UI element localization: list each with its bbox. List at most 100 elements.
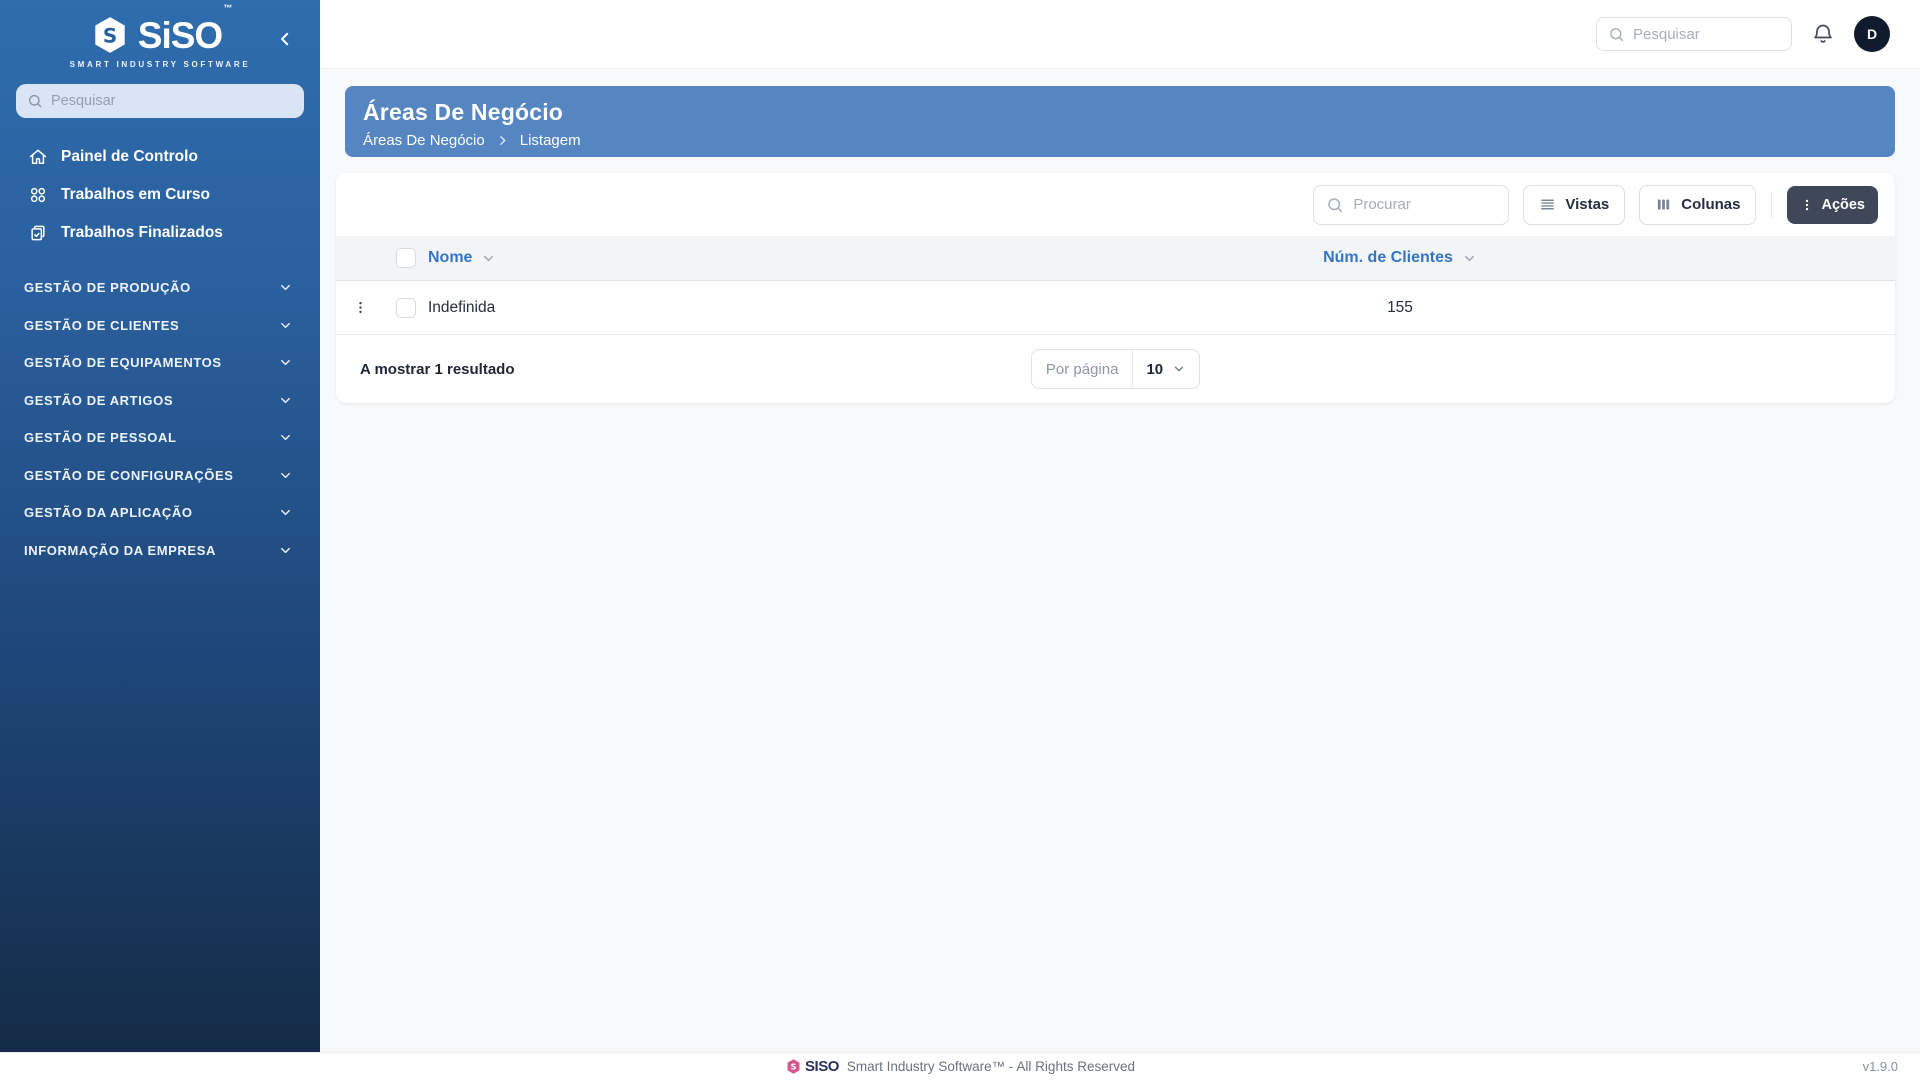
search-icon xyxy=(1608,26,1625,43)
topbar-search xyxy=(1596,17,1792,51)
sidebar-item-label: Trabalhos em Curso xyxy=(61,186,211,203)
svg-text:S: S xyxy=(103,23,117,47)
chevron-down-icon xyxy=(1172,362,1186,376)
svg-text:S: S xyxy=(791,1062,797,1071)
section-label: GESTÃO DE CLIENTES xyxy=(24,317,180,333)
colunas-button[interactable]: Colunas xyxy=(1639,184,1757,225)
sidebar-section-gestao-de-artigos[interactable]: GESTÃO DE ARTIGOS xyxy=(0,382,320,420)
main-area: D Áreas De Negócio Áreas De Negócio List… xyxy=(320,0,1920,1052)
colunas-label: Colunas xyxy=(1681,196,1741,213)
sidebar-item-trabalhos-finalizados[interactable]: Trabalhos Finalizados xyxy=(0,214,320,252)
vistas-button[interactable]: Vistas xyxy=(1523,184,1626,225)
chevron-down-icon xyxy=(1462,251,1477,266)
row-actions-kebab-icon[interactable] xyxy=(353,300,368,315)
chevron-down-icon xyxy=(481,251,496,266)
kebab-icon xyxy=(1800,198,1814,212)
logo-trademark: ™ xyxy=(223,2,233,13)
select-all-checkbox[interactable] xyxy=(396,248,416,268)
chevron-down-icon xyxy=(278,505,293,520)
user-avatar[interactable]: D xyxy=(1854,16,1890,52)
search-icon xyxy=(1326,196,1344,214)
section-label: INFORMAÇÃO DA EMPRESA xyxy=(24,542,216,558)
breadcrumb-root[interactable]: Áreas De Negócio xyxy=(363,132,485,149)
column-header-nome[interactable]: Nome xyxy=(428,249,905,267)
per-page-value: 10 xyxy=(1146,360,1164,378)
sidebar-item-label: Trabalhos Finalizados xyxy=(61,224,223,241)
sidebar-sections: GESTÃO DE PRODUÇÃO GESTÃO DE CLIENTES GE… xyxy=(0,269,320,569)
chevron-down-icon xyxy=(278,393,293,408)
sidebar-item-painel-de-controlo[interactable]: Painel de Controlo xyxy=(0,138,320,176)
listing-card: Vistas Colunas Ações xyxy=(336,173,1895,403)
toolbar-divider xyxy=(1771,191,1773,218)
table-row: Indefinida 155 xyxy=(336,281,1895,335)
cell-num-clientes: 155 xyxy=(1387,298,1413,316)
notifications-button[interactable] xyxy=(1811,22,1835,46)
column-header-num-clientes[interactable]: Núm. de Clientes xyxy=(1323,249,1477,267)
sidebar-section-informacao-da-empresa[interactable]: INFORMAÇÃO DA EMPRESA xyxy=(0,532,320,570)
acoes-button[interactable]: Ações xyxy=(1787,185,1878,224)
row-checkbox[interactable] xyxy=(396,297,416,318)
section-label: GESTÃO DA APLICAÇÃO xyxy=(24,505,193,521)
logo-tagline: SMART INDUSTRY SOFTWARE xyxy=(69,60,251,69)
per-page-label: Por página xyxy=(1032,350,1134,388)
chevron-down-icon xyxy=(278,318,293,333)
section-label: GESTÃO DE CONFIGURAÇÕES xyxy=(24,467,234,483)
sidebar-item-label: Painel de Controlo xyxy=(61,148,198,165)
table-search xyxy=(1313,184,1510,225)
footer-brand: S SISO xyxy=(785,1058,839,1075)
sidebar-section-gestao-da-aplicacao[interactable]: GESTÃO DA APLICAÇÃO xyxy=(0,494,320,532)
pagination-bar: A mostrar 1 resultado Por página 10 xyxy=(336,335,1895,403)
sidebar-search xyxy=(16,84,304,118)
chevron-down-icon xyxy=(278,543,293,558)
siso-logo-icon: S xyxy=(89,14,131,56)
page-content: Áreas De Negócio Áreas De Negócio Listag… xyxy=(320,68,1920,1052)
page-header-banner: Áreas De Negócio Áreas De Negócio Listag… xyxy=(345,86,1895,157)
chevron-down-icon xyxy=(278,430,293,445)
sidebar: S SiSO™ SMART INDUSTRY SOFTWARE Painel d… xyxy=(0,0,320,1052)
home-icon xyxy=(28,147,48,167)
sidebar-section-gestao-de-clientes[interactable]: GESTÃO DE CLIENTES xyxy=(0,307,320,345)
breadcrumb-current: Listagem xyxy=(519,132,581,149)
per-page-select[interactable]: 10 xyxy=(1133,350,1199,388)
columns-icon xyxy=(1655,196,1672,213)
sidebar-item-trabalhos-em-curso[interactable]: Trabalhos em Curso xyxy=(0,176,320,214)
section-label: GESTÃO DE EQUIPAMENTOS xyxy=(24,355,222,371)
bell-icon xyxy=(1811,22,1835,46)
table-toolbar: Vistas Colunas Ações xyxy=(336,173,1895,236)
sidebar-section-gestao-de-pessoal[interactable]: GESTÃO DE PESSOAL xyxy=(0,419,320,457)
logo-wordmark: SiSO xyxy=(137,14,223,56)
breadcrumb: Áreas De Negócio Listagem xyxy=(363,132,1895,149)
chevron-left-icon xyxy=(276,30,294,48)
cell-nome: Indefinida xyxy=(428,298,496,316)
sidebar-nav: Painel de Controlo Trabalhos em Curso Tr… xyxy=(0,138,320,252)
avatar-initial: D xyxy=(1866,26,1878,42)
table-header-row: Nome Núm. de Clientes xyxy=(336,236,1895,281)
chevron-down-icon xyxy=(278,280,293,295)
clipboard-check-icon xyxy=(28,223,48,243)
sidebar-collapse-button[interactable] xyxy=(272,26,298,52)
search-icon xyxy=(27,93,43,109)
list-lines-icon xyxy=(1539,196,1556,213)
siso-footer-logo-icon: S xyxy=(785,1058,802,1075)
sidebar-section-gestao-de-configuracoes[interactable]: GESTÃO DE CONFIGURAÇÕES xyxy=(0,457,320,495)
footer-brand-text: SISO xyxy=(805,1058,839,1075)
grid-circles-icon xyxy=(28,185,48,205)
footer: S SISO Smart Industry Software™ - All Ri… xyxy=(0,1052,1920,1080)
column-label: Núm. de Clientes xyxy=(1323,249,1453,266)
section-label: GESTÃO DE ARTIGOS xyxy=(24,392,174,408)
results-summary: A mostrar 1 resultado xyxy=(360,360,515,378)
chevron-right-icon xyxy=(496,134,509,147)
chevron-down-icon xyxy=(278,468,293,483)
column-label: Nome xyxy=(428,249,473,266)
sidebar-search-input[interactable] xyxy=(51,93,293,109)
sidebar-section-gestao-de-equipamentos[interactable]: GESTÃO DE EQUIPAMENTOS xyxy=(0,344,320,382)
acoes-label: Ações xyxy=(1821,196,1865,213)
app-window: S SiSO™ SMART INDUSTRY SOFTWARE Painel d… xyxy=(0,0,1920,1052)
vistas-label: Vistas xyxy=(1565,196,1610,213)
sidebar-section-gestao-de-producao[interactable]: GESTÃO DE PRODUÇÃO xyxy=(0,269,320,307)
chevron-down-icon xyxy=(278,355,293,370)
footer-version: v1.9.0 xyxy=(1862,1059,1898,1074)
table-search-input[interactable] xyxy=(1353,196,1497,213)
topbar-search-input[interactable] xyxy=(1633,25,1780,43)
section-label: GESTÃO DE PRODUÇÃO xyxy=(24,280,191,296)
